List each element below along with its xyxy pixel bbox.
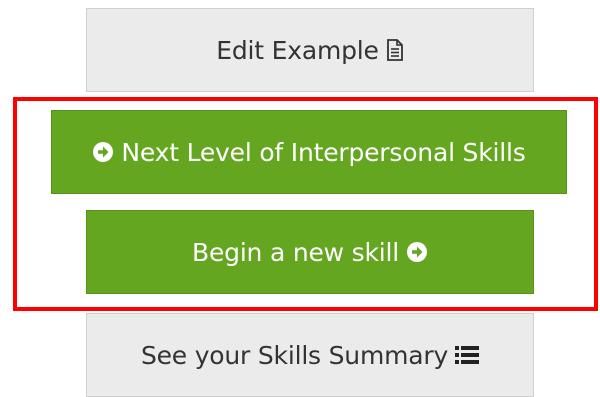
skills-summary-label: See your Skills Summary [140,340,449,370]
begin-new-skill-label: Begin a new skill [192,237,399,267]
next-level-button[interactable]: Next Level of Interpersonal Skills [51,110,567,194]
circle-arrow-right-icon [92,141,114,163]
edit-example-button[interactable]: Edit Example [86,8,534,92]
list-icon [455,345,480,365]
edit-example-label: Edit Example [216,35,379,65]
begin-new-skill-button[interactable]: Begin a new skill [86,210,534,294]
document-icon [386,39,404,61]
skills-summary-button[interactable]: See your Skills Summary [86,313,534,397]
next-level-label: Next Level of Interpersonal Skills [121,137,526,167]
circle-arrow-right-icon [406,241,428,263]
